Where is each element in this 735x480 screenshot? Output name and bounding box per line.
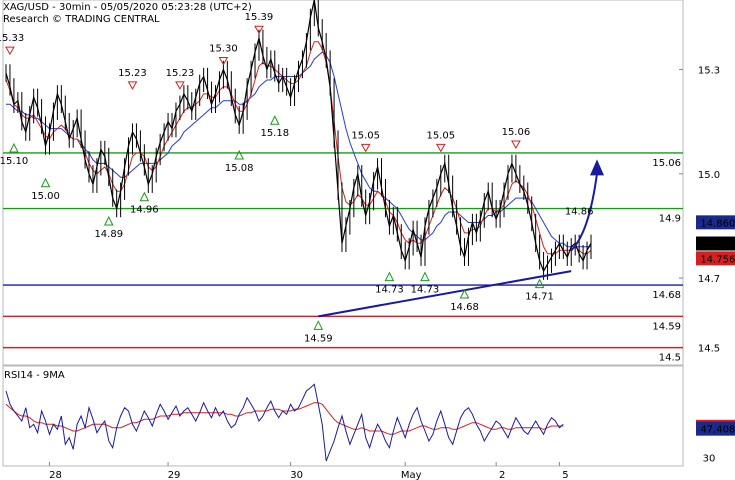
price-y-tick-label: 14.7 <box>698 274 720 285</box>
x-tick-label: 5 <box>562 470 568 480</box>
price-tag-label: 14.7568 <box>700 254 735 265</box>
x-tick-label: May <box>401 470 422 480</box>
swing-high-label: 15.23 <box>166 68 195 79</box>
rsi-y-tick-label: 30 <box>703 454 716 465</box>
rsi-tag-label: 47.4082 <box>700 425 735 436</box>
price-tag-label: 14.8604 <box>700 218 735 229</box>
level-label: 14.68 <box>652 290 681 301</box>
level-label: 15.06 <box>652 158 681 169</box>
price-tag-label: 14.7995 <box>700 240 735 251</box>
swing-low-label: 14.73 <box>375 285 404 296</box>
x-tick-label: 30 <box>290 470 303 480</box>
swing-high-label: 15.33 <box>0 33 24 44</box>
price-y-tick-label: 14.5 <box>698 344 720 355</box>
x-tick-label: 2 <box>499 470 505 480</box>
swing-high-label: 15.23 <box>118 68 147 79</box>
level-label: 14.59 <box>652 321 681 332</box>
swing-low-label: 15.18 <box>260 128 289 139</box>
swing-low-label: 14.96 <box>130 205 159 216</box>
swing-low-label: 14.89 <box>94 229 123 240</box>
swing-low-label: 15.10 <box>0 156 28 167</box>
level-label: 14.9 <box>659 214 681 225</box>
swing-low-label: 14.71 <box>525 292 554 303</box>
price-panel-frame <box>2 0 684 366</box>
rsi-panel-frame <box>2 365 684 467</box>
price-y-tick-label: 15.0 <box>698 170 720 181</box>
rsi-title: RSI14 - 9MA <box>4 370 65 381</box>
swing-low-label: 14.73 <box>411 285 440 296</box>
chart-subtitle: Research © TRADING CENTRAL <box>3 14 160 25</box>
chart-svg: 15.3 15.0 14.7 14.5 28 29 30 May 2 5 15.06 14.9 14.6… <box>0 0 735 480</box>
swing-low-label: 15.00 <box>31 191 60 202</box>
swing-low-label: 14.68 <box>450 302 479 313</box>
x-tick-label: 29 <box>168 470 181 480</box>
swing-high-label: 15.05 <box>426 130 455 141</box>
swing-high-label: 15.06 <box>502 127 531 138</box>
swing-high-label: 15.39 <box>245 12 274 23</box>
swing-high-label: 15.30 <box>209 44 238 55</box>
chart-title: XAG/USD - 30min - 05/05/2020 05:23:28 (U… <box>3 2 252 13</box>
level-label: 14.5 <box>659 353 681 364</box>
swing-high-label: 15.05 <box>351 130 380 141</box>
price-y-tick-label: 15.3 <box>698 66 720 77</box>
swing-label: 14.86 <box>565 206 594 217</box>
x-tick-label: 28 <box>49 470 62 480</box>
swing-low-label: 14.59 <box>304 333 333 344</box>
swing-low-label: 15.08 <box>225 163 254 174</box>
